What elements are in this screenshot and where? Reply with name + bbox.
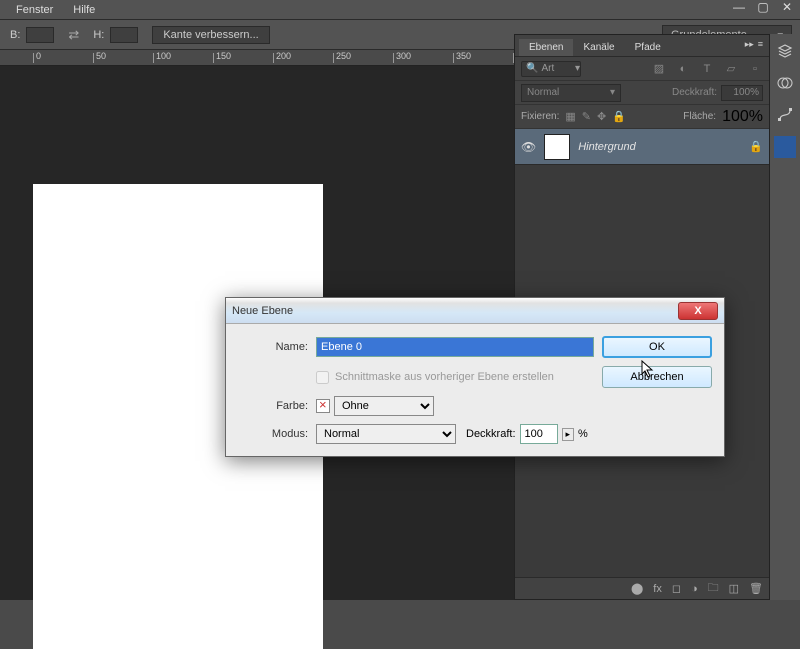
name-input[interactable] bbox=[316, 337, 594, 357]
new-layer-icon[interactable]: ◫ bbox=[729, 582, 739, 595]
tab-kanale[interactable]: Kanäle bbox=[573, 39, 624, 56]
panel-menu-icon[interactable]: ≡ bbox=[758, 39, 763, 50]
lock-label: Fixieren: bbox=[521, 111, 559, 122]
filter-image-icon[interactable]: ▨ bbox=[651, 61, 667, 77]
ruler-tick bbox=[453, 53, 454, 63]
filter-shape-icon[interactable]: ▱ bbox=[723, 61, 739, 77]
lock-position-icon[interactable]: ✥ bbox=[597, 110, 606, 123]
ruler-number: 50 bbox=[96, 51, 106, 61]
opacity-label: Deckkraft: bbox=[672, 87, 717, 98]
name-label: Name: bbox=[238, 341, 308, 353]
ruler-tick bbox=[333, 53, 334, 63]
delete-layer-icon[interactable]: 🗑 bbox=[749, 582, 763, 595]
dialog-titlebar[interactable]: Neue Ebene X bbox=[226, 298, 724, 324]
ruler-number: 200 bbox=[276, 51, 291, 61]
search-icon: 🔍 bbox=[526, 63, 538, 74]
height-field[interactable] bbox=[110, 27, 138, 43]
group-icon[interactable]: 🗀 bbox=[708, 579, 719, 598]
layers-panel-icon[interactable] bbox=[774, 40, 796, 62]
ruler-number: 350 bbox=[456, 51, 471, 61]
dialog-title: Neue Ebene bbox=[232, 305, 293, 317]
lock-icon: 🔒 bbox=[749, 140, 763, 153]
height-label: H: bbox=[93, 29, 104, 41]
visibility-toggle-icon[interactable]: 👁 bbox=[521, 140, 536, 154]
ruler-tick bbox=[273, 53, 274, 63]
layer-mask-icon[interactable]: ◻ bbox=[672, 582, 681, 595]
menu-fenster[interactable]: Fenster bbox=[6, 4, 63, 16]
refine-edge-button[interactable]: Kante verbessern... bbox=[152, 26, 269, 44]
ok-button[interactable]: OK bbox=[602, 336, 712, 358]
panel-tabs: Ebenen Kanäle Pfade ▸▸ ≡ bbox=[515, 35, 769, 57]
layer-row[interactable]: 👁 Hintergrund 🔒 bbox=[515, 129, 769, 165]
menu-hilfe[interactable]: Hilfe bbox=[63, 4, 105, 16]
filter-smart-icon[interactable]: ▫ bbox=[747, 61, 763, 77]
ruler-tick bbox=[93, 53, 94, 63]
tab-ebenen[interactable]: Ebenen bbox=[519, 39, 573, 56]
layer-name[interactable]: Hintergrund bbox=[578, 141, 635, 153]
fill-label: Fläche: bbox=[683, 111, 716, 122]
link-layers-icon[interactable]: ⬤ bbox=[631, 582, 643, 595]
new-layer-dialog: Neue Ebene X Name: OK Schnittmaske aus v… bbox=[225, 297, 725, 457]
chevron-down-icon: ▾ bbox=[575, 63, 580, 74]
dock-side-strip bbox=[770, 34, 800, 600]
tab-pfade[interactable]: Pfade bbox=[625, 39, 671, 56]
filter-text-icon[interactable]: T bbox=[699, 61, 715, 77]
opacity-field[interactable]: 100% bbox=[721, 85, 763, 101]
lock-transparent-icon[interactable]: ▦ bbox=[565, 110, 575, 123]
ruler-number: 100 bbox=[156, 51, 171, 61]
clipping-mask-label: Schnittmaske aus vorheriger Ebene erstel… bbox=[335, 371, 554, 383]
adjustment-layer-icon[interactable]: ◑ bbox=[691, 583, 698, 595]
percent-label: % bbox=[578, 428, 588, 440]
close-window-button[interactable]: ✕ bbox=[778, 0, 796, 14]
clipping-mask-checkbox bbox=[316, 371, 329, 384]
maximize-button[interactable]: ▢ bbox=[754, 0, 772, 14]
layer-thumbnail[interactable] bbox=[544, 134, 570, 160]
blend-mode-dropdown[interactable]: Normal ▾ bbox=[521, 84, 621, 102]
layer-filter-row: 🔍 Art ▾ ▨ ◐ T ▱ ▫ bbox=[515, 57, 769, 81]
ruler-number: 250 bbox=[336, 51, 351, 61]
blend-mode-value: Normal bbox=[527, 87, 559, 98]
fill-field[interactable]: 100% bbox=[722, 108, 763, 126]
layer-panel-footer: ⬤ fx ◻ ◑ 🗀 ◫ 🗑 bbox=[515, 577, 769, 599]
ruler-number: 150 bbox=[216, 51, 231, 61]
opacity-flyout-icon[interactable]: ▸ bbox=[562, 428, 575, 441]
lock-paint-icon[interactable]: ✎ bbox=[582, 110, 591, 123]
layer-filter-dropdown[interactable]: 🔍 Art ▾ bbox=[521, 61, 581, 77]
ruler-tick bbox=[33, 53, 34, 63]
mode-label: Modus: bbox=[238, 428, 308, 440]
opacity-label: Deckkraft: bbox=[466, 428, 516, 440]
cancel-button[interactable]: Abbrechen bbox=[602, 366, 712, 388]
layer-filter-label: Art bbox=[541, 63, 554, 74]
width-field[interactable] bbox=[26, 27, 54, 43]
ruler-tick bbox=[153, 53, 154, 63]
panel-collapse-icon[interactable]: ▸▸ bbox=[745, 39, 754, 50]
filter-adjust-icon[interactable]: ◐ bbox=[675, 61, 691, 77]
channels-panel-icon[interactable] bbox=[774, 72, 796, 94]
swap-dimensions-icon[interactable]: ⇄ bbox=[68, 27, 79, 43]
chevron-down-icon: ▾ bbox=[610, 87, 615, 98]
layer-style-icon[interactable]: fx bbox=[653, 583, 662, 595]
ruler-tick bbox=[393, 53, 394, 63]
active-panel-indicator[interactable] bbox=[774, 136, 796, 158]
lock-all-icon[interactable]: 🔒 bbox=[612, 110, 626, 123]
ruler-number: 300 bbox=[396, 51, 411, 61]
ruler-number: 0 bbox=[36, 51, 41, 61]
color-dropdown[interactable]: Ohne bbox=[334, 396, 434, 416]
mode-dropdown[interactable]: Normal bbox=[316, 424, 456, 444]
dialog-close-button[interactable]: X bbox=[678, 302, 718, 320]
ruler-tick bbox=[213, 53, 214, 63]
opacity-input[interactable] bbox=[520, 424, 558, 444]
menu-bar: Fenster Hilfe — ▢ ✕ bbox=[0, 0, 800, 20]
width-label: B: bbox=[10, 29, 20, 41]
paths-panel-icon[interactable] bbox=[774, 104, 796, 126]
color-label: Farbe: bbox=[238, 400, 308, 412]
color-swatch-none-icon bbox=[316, 399, 330, 413]
minimize-button[interactable]: — bbox=[730, 0, 748, 14]
